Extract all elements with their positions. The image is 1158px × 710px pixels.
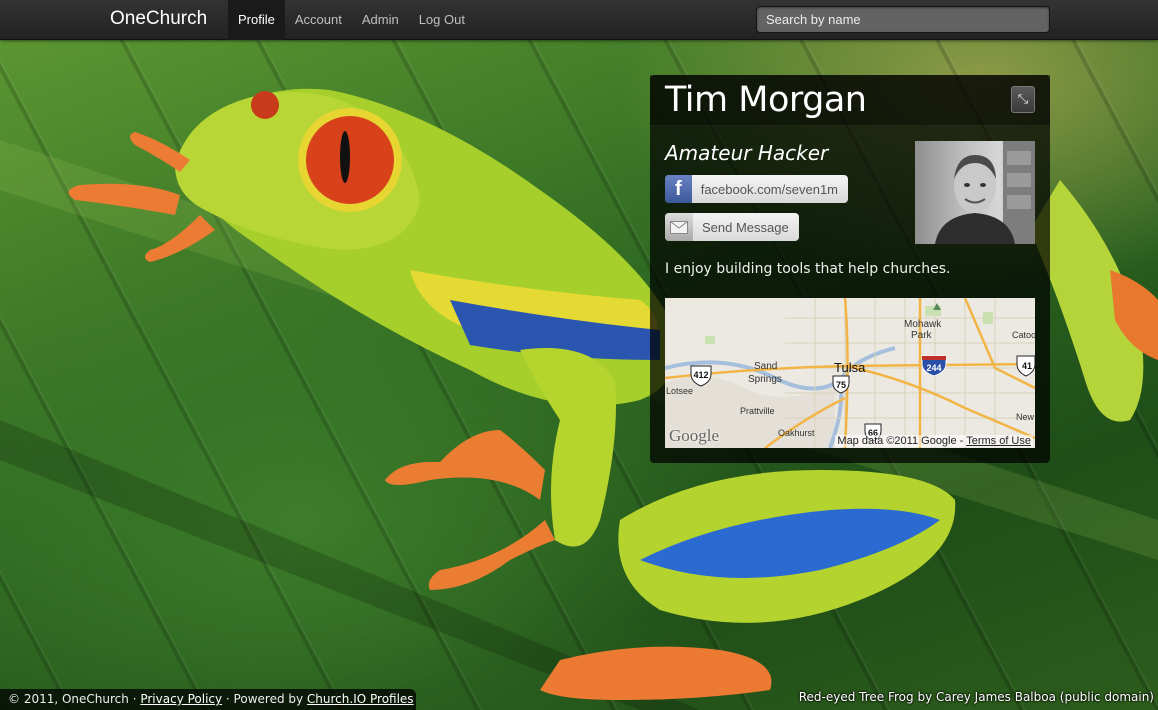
profile-header: Tim Morgan ⤡ (650, 75, 1050, 126)
us-412-shield: 412 (693, 370, 708, 380)
map-label-tulsa: Tulsa (834, 360, 866, 375)
map-attribution-text: Map data ©2011 Google - (837, 435, 967, 447)
map-label-prattville: Prattville (740, 406, 775, 416)
i-244-shield: 244 (926, 363, 941, 373)
nav-logout[interactable]: Log Out (409, 0, 475, 40)
map-label-park: Park (911, 330, 932, 341)
photo-credit: Red-eyed Tree Frog by Carey James Balboa… (798, 690, 1154, 704)
map-label-sand: Sand (754, 361, 778, 372)
page-footer: © 2011, OneChurch · Privacy Policy · Pow… (0, 689, 416, 710)
nav-admin[interactable]: Admin (352, 0, 409, 40)
send-message-label: Send Message (702, 219, 789, 235)
google-logo: Google (669, 426, 720, 445)
map-label-mohawk: Mohawk (904, 319, 942, 330)
footer-separator: · Powered by (222, 692, 307, 706)
send-message-button[interactable]: Send Message (665, 213, 799, 241)
nav-account[interactable]: Account (285, 0, 352, 40)
us-75-shield: 75 (836, 380, 846, 390)
map-label-catoosa: Catoo (1012, 330, 1035, 340)
privacy-policy-link[interactable]: Privacy Policy (140, 692, 222, 706)
location-map[interactable]: 412 75 244 66 41 Tulsa Sand Springs Moha… (665, 298, 1035, 448)
resize-icon[interactable]: ⤡ (1011, 86, 1035, 113)
map-terms-link[interactable]: Terms of Use (966, 435, 1031, 447)
map-label-springs: Springs (748, 374, 782, 385)
map-label-oakhurst: Oakhurst (778, 428, 815, 438)
footer-copyright: © 2011, OneChurch · (8, 692, 141, 706)
facebook-label: facebook.com/seven1m (700, 181, 838, 197)
us-41-shield: 41 (1022, 361, 1032, 371)
nav-profile[interactable]: Profile (228, 0, 285, 40)
facebook-link[interactable]: f facebook.com/seven1m (665, 175, 848, 203)
main-nav: Profile Account Admin Log Out (228, 0, 475, 40)
church-io-link[interactable]: Church.IO Profiles (307, 692, 414, 706)
envelope-icon (665, 213, 693, 241)
profile-name: Tim Morgan (665, 80, 867, 120)
top-navbar: OneChurch Profile Account Admin Log Out (0, 0, 1158, 40)
profile-bio: I enjoy building tools that help churche… (665, 261, 951, 277)
brand-logo[interactable]: OneChurch (110, 8, 207, 30)
map-label-new: New (1016, 412, 1035, 422)
map-attribution: Map data ©2011 Google - Terms of Use (835, 435, 1033, 447)
facebook-icon: f (665, 175, 692, 203)
avatar (915, 141, 1035, 244)
map-label-lotsee: Lotsee (666, 386, 694, 396)
search-input[interactable] (756, 6, 1050, 33)
profile-tagline: Amateur Hacker (665, 141, 829, 165)
profile-card: Tim Morgan ⤡ Amateur Hacker f facebook.c… (650, 75, 1050, 463)
